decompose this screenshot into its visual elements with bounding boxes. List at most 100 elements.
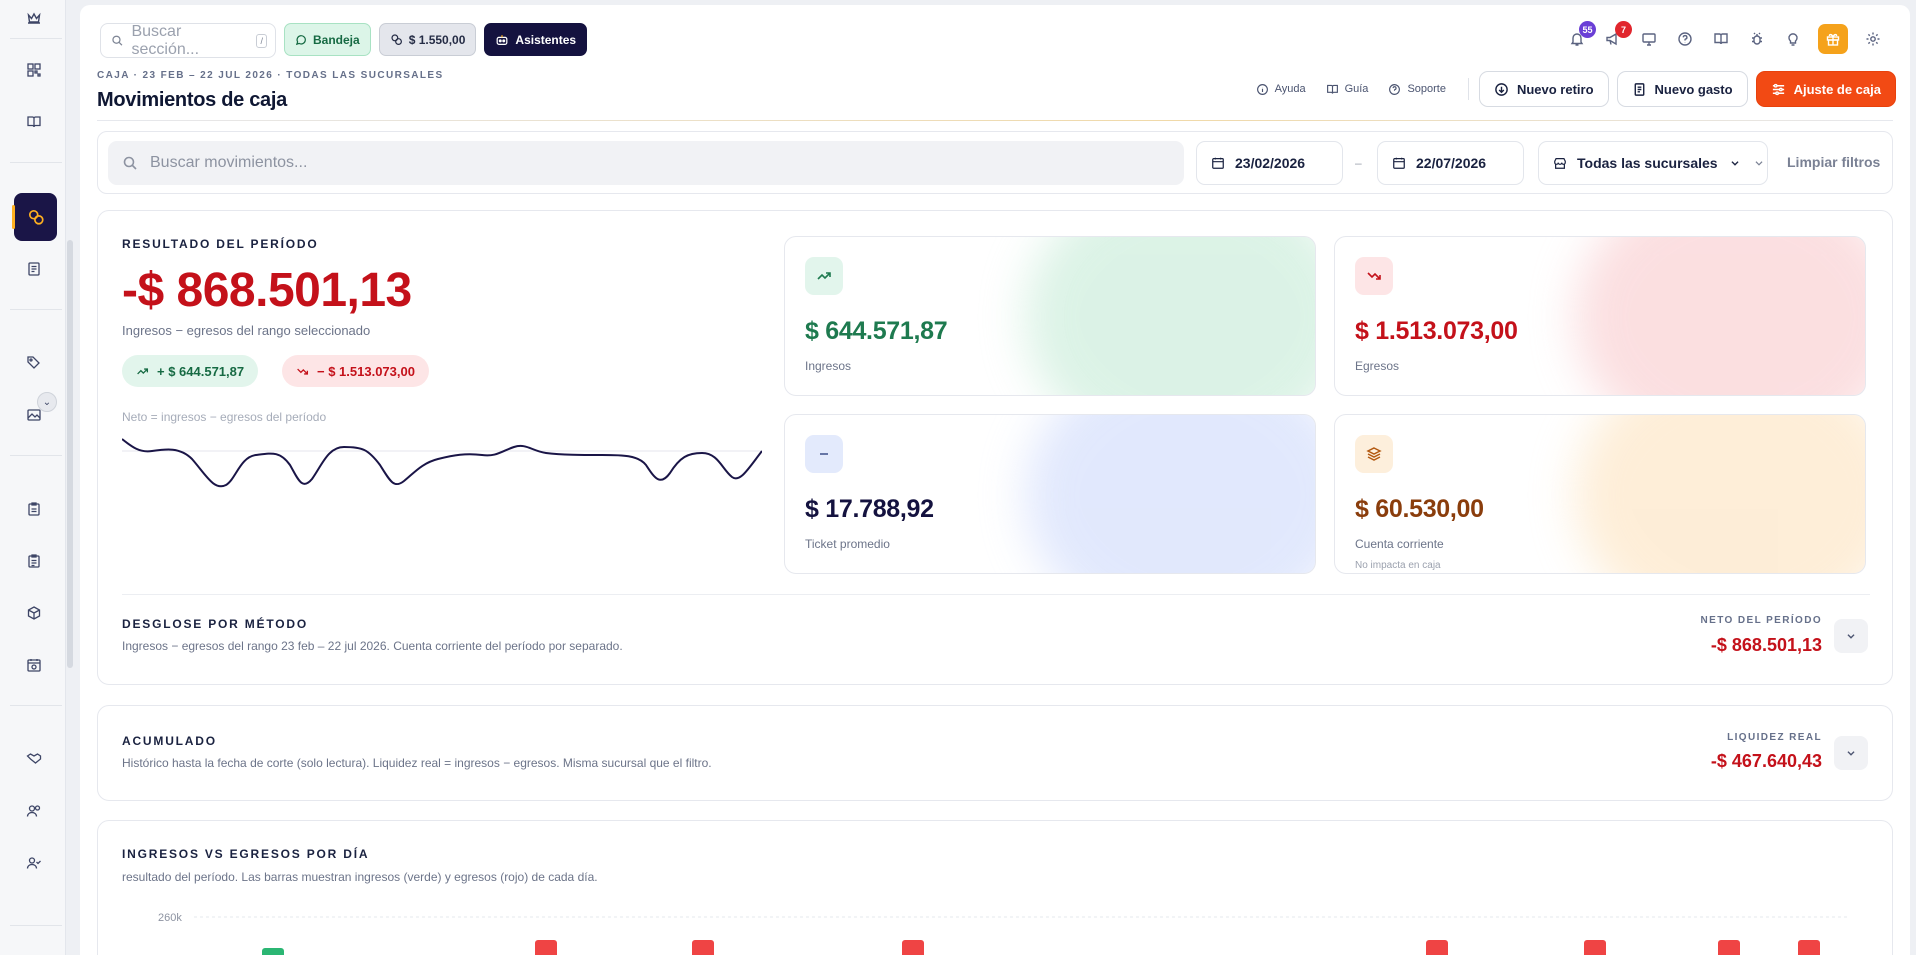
income-chip-value: + $ 644.571,87 — [157, 363, 245, 379]
expense-bar — [902, 940, 924, 955]
page-title: Movimientos de caja — [97, 89, 287, 111]
result-value: -$ 868.501,13 — [122, 264, 412, 317]
clipboard-icon[interactable] — [22, 497, 46, 521]
coins-icon — [28, 209, 44, 225]
guide-link[interactable]: Guía — [1326, 83, 1368, 96]
shortcut-key: / — [256, 33, 267, 48]
bug-icon[interactable] — [1746, 28, 1768, 50]
message-circle-icon — [295, 34, 306, 45]
income-stat-card: $ 644.571,87 Ingresos — [784, 236, 1316, 396]
support-link[interactable]: Soporte — [1388, 83, 1446, 96]
result-label: RESULTADO DEL PERÍODO — [122, 237, 319, 251]
assistants-button[interactable]: Asistentes — [484, 23, 588, 56]
account-note: No impacta en caja — [1355, 560, 1441, 571]
user-check-icon[interactable] — [22, 851, 46, 875]
date-from-field[interactable]: 23/02/2026 — [1196, 141, 1343, 185]
balance-label: $ 1.550,00 — [408, 32, 466, 47]
chevron-down-icon — [1731, 161, 1739, 166]
net-sparkline — [122, 438, 762, 488]
chevron-down-icon — [1847, 634, 1855, 639]
tags-icon[interactable] — [22, 350, 46, 374]
sidebar-scrollbar[interactable] — [67, 240, 73, 668]
period-result-card: RESULTADO DEL PERÍODO -$ 868.501,13 Ingr… — [97, 210, 1893, 685]
branch-value: Todas las sucursales — [1577, 155, 1718, 171]
inbox-button[interactable]: Bandeja — [284, 23, 371, 56]
income-label: Ingresos — [805, 359, 852, 373]
help-circle-icon[interactable] — [1674, 28, 1696, 50]
receipt-icon[interactable] — [22, 257, 46, 281]
search-icon — [123, 156, 137, 170]
users-icon[interactable] — [22, 799, 46, 823]
help-circle-icon — [1389, 83, 1401, 95]
megaphone-icon[interactable]: 7 — [1602, 21, 1632, 50]
ticket-glow — [1025, 415, 1315, 573]
expense-bar — [535, 940, 557, 955]
new-withdrawal-button[interactable]: Nuevo retiro — [1478, 71, 1609, 107]
layers-icon — [1355, 435, 1393, 473]
liquidity-value: -$ 467.640,43 — [1710, 751, 1822, 771]
date-separator: – — [1355, 156, 1362, 170]
bell-icon[interactable]: 55 — [1566, 21, 1596, 50]
package-icon[interactable] — [22, 601, 46, 625]
store-icon — [1554, 158, 1566, 169]
open-book-icon[interactable] — [1710, 28, 1732, 50]
lightbulb-icon[interactable] — [1782, 28, 1804, 50]
robot-icon — [496, 34, 508, 45]
calendar-clock-icon[interactable] — [22, 653, 46, 677]
new-expense-label: Nuevo gasto — [1654, 81, 1733, 97]
inbox-label: Bandeja — [313, 32, 360, 47]
expense-chip: − $ 1.513.073,00 — [282, 355, 429, 387]
book-open-icon — [1326, 84, 1338, 94]
qr-code-icon[interactable] — [22, 58, 46, 82]
page-actions: Ayuda Guía Soporte Nuevo retiro Nuevo ga… — [1256, 71, 1896, 107]
section-search-input[interactable]: Buscar sección... / — [100, 23, 276, 58]
movements-search-input[interactable]: Buscar movimientos... — [108, 141, 1184, 185]
breakdown-net-label: NETO DEL PERÍODO — [1700, 615, 1822, 626]
breakdown-expand-button[interactable] — [1834, 619, 1868, 653]
clear-filters-button[interactable]: Limpiar filtros — [1787, 154, 1880, 170]
date-from-value: 23/02/2026 — [1235, 155, 1306, 171]
liquidity-label: LIQUIDEZ REAL — [1727, 732, 1822, 743]
expenses-stat-card: $ 1.513.073,00 Egresos — [1334, 236, 1866, 396]
cash-adjust-label: Ajuste de caja — [1793, 81, 1881, 97]
accumulated-expand-button[interactable] — [1834, 736, 1868, 770]
book-icon[interactable] — [22, 110, 46, 134]
balance-button[interactable]: $ 1.550,00 — [378, 23, 477, 56]
gear-icon[interactable] — [1862, 28, 1884, 50]
help-label: Ayuda — [1274, 83, 1306, 95]
new-expense-button[interactable]: Nuevo gasto — [1616, 71, 1748, 107]
crown-icon[interactable] — [22, 7, 46, 31]
expense-chip-value: − $ 1.513.073,00 — [317, 363, 415, 379]
minus-icon — [805, 435, 843, 473]
date-to-field[interactable]: 22/07/2026 — [1377, 141, 1524, 185]
handshake-icon[interactable] — [22, 746, 46, 770]
notifications-badge: 55 — [1579, 21, 1596, 38]
clipboard-list-icon[interactable] — [22, 549, 46, 573]
cash-adjust-button[interactable]: Ajuste de caja — [1755, 71, 1896, 107]
expense-bar — [692, 940, 714, 955]
sidebar-item-cash[interactable] — [12, 193, 57, 241]
expense-bar — [1798, 940, 1820, 955]
expense-bar — [1584, 940, 1606, 955]
calendar-icon — [1393, 157, 1405, 169]
accumulated-subtitle: Histórico hasta la fecha de corte (solo … — [122, 756, 712, 770]
alerts-badge: 7 — [1615, 21, 1632, 38]
trending-up-icon — [137, 367, 149, 374]
section-search-placeholder: Buscar sección... — [131, 22, 200, 58]
account-glow — [1575, 415, 1865, 573]
branch-select[interactable]: Todas las sucursales — [1538, 141, 1768, 185]
income-bar — [262, 948, 284, 955]
chevron-down-icon — [1755, 161, 1763, 166]
image-icon[interactable] — [22, 403, 46, 427]
ticket-label: Ticket promedio — [805, 537, 890, 551]
ticket-stat-card: $ 17.788,92 Ticket promedio — [784, 414, 1316, 574]
help-link[interactable]: Ayuda — [1256, 83, 1306, 96]
monitor-icon[interactable] — [1638, 28, 1660, 50]
expenses-value: $ 1.513.073,00 — [1355, 317, 1518, 345]
search-icon — [112, 35, 123, 46]
coins-icon — [391, 34, 402, 45]
gift-icon[interactable] — [1818, 24, 1848, 54]
income-chip: + $ 644.571,87 — [122, 355, 259, 387]
account-value: $ 60.530,00 — [1355, 495, 1484, 523]
expenses-glow — [1575, 237, 1865, 395]
